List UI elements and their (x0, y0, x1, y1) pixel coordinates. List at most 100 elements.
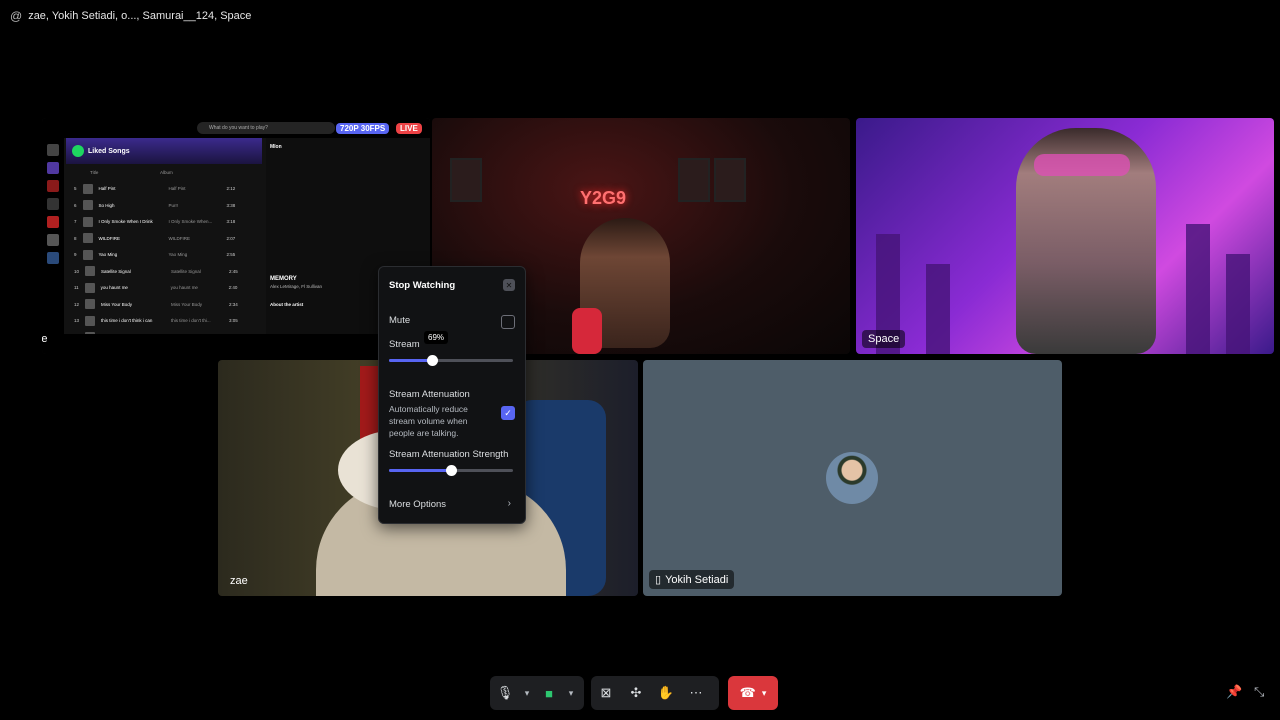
stream-attenuation-title: Stream Attenuation (389, 389, 470, 400)
track-title: WILDFIRE (98, 235, 121, 241)
spotify-search: What do you want to play? (197, 122, 335, 134)
library-thumb (47, 216, 59, 228)
chevron-down-icon[interactable]: ▾ (762, 688, 767, 699)
library-thumb (47, 252, 59, 264)
track-row: 10 Satellite Signal Satellite Signal 2:45 (66, 263, 262, 280)
spotify-track-list: Liked Songs Title Album 5 Half Pint Half P… (66, 138, 262, 343)
album-art (82, 200, 93, 211)
close-icon[interactable]: ✕ (503, 279, 515, 291)
attenuation-strength-slider[interactable] (389, 465, 513, 476)
track-title: this time i don't think i can (101, 318, 153, 324)
track-list-header: Title Album (66, 164, 262, 181)
camera-icon[interactable]: ■ (534, 676, 564, 710)
album-art (82, 216, 93, 227)
track-row: 5 Half Pint Half Pint 2:12 (66, 181, 262, 198)
panel-header: Mīon (270, 144, 282, 150)
col-album: Album (160, 169, 173, 175)
spotify-player-bar (42, 334, 430, 354)
wall-poster (450, 158, 482, 202)
album-art (85, 266, 96, 277)
participant-label: zae (224, 572, 254, 590)
playlist-title: Liked Songs (88, 147, 130, 155)
track-duration: 2:45 (229, 268, 238, 274)
sunglasses (1034, 154, 1130, 176)
track-number: 7 (74, 219, 77, 225)
background-building (1186, 224, 1210, 354)
now-playing-artist: Alex LeMirage, Fl Sullivan (270, 284, 323, 289)
soundboard-icon[interactable]: ✋ (651, 676, 681, 710)
chevron-down-icon[interactable]: ▾ (564, 676, 578, 710)
play-icon (72, 145, 84, 157)
microphone-icon[interactable]: 🎙 (490, 676, 520, 710)
more-icon[interactable]: ⋯ (681, 676, 711, 710)
slider-handle[interactable] (427, 355, 438, 366)
participant-tile-space[interactable]: Space (856, 118, 1274, 354)
chevron-right-icon: › (507, 498, 511, 509)
track-album: WILDFIRE (168, 235, 191, 241)
call-title[interactable]: zae, Yokih Setiadi, o..., Samurai__124, … (28, 10, 251, 22)
track-number: 5 (74, 186, 77, 192)
microphone-prop (572, 308, 602, 354)
track-number: 13 (74, 318, 80, 324)
participant-name: Space (868, 333, 900, 345)
track-number: 8 (74, 235, 77, 241)
track-album: Miss Your Body (171, 301, 203, 307)
call-header: @ zae, Yokih Setiadi, o..., Samurai__124… (10, 9, 251, 23)
track-row: 6 So High Purr! 3:38 (66, 197, 262, 214)
track-number: 10 (74, 268, 80, 274)
slider-fill (389, 359, 432, 362)
now-playing-title: MEMORY (270, 276, 297, 282)
track-title: Yao Ming (98, 252, 118, 258)
track-number: 6 (74, 202, 77, 208)
track-album: Satellite Signal (171, 268, 201, 274)
screen-share-stop-icon[interactable]: ⊠ (591, 676, 621, 710)
exit-fullscreen-icon[interactable]: ⤡ (1254, 684, 1264, 700)
track-duration: 2:40 (228, 285, 238, 291)
about-artist: About the artist (270, 302, 304, 307)
participant-label: Space (862, 330, 906, 348)
track-album: Half Pint (168, 186, 186, 192)
attenuation-strength-title: Stream Attenuation Strength (389, 449, 509, 460)
library-thumb (47, 234, 59, 246)
track-duration: 3:05 (229, 318, 238, 324)
stream-attenuation-checkbox[interactable]: ✓ (501, 406, 515, 420)
spotify-sidebar (42, 138, 64, 334)
track-number: 9 (74, 252, 77, 258)
playlist-header: Liked Songs (66, 138, 262, 164)
stream-context-menu: Stop Watching ✕ Mute Stream 69% Stream A… (378, 266, 526, 524)
stream-tile[interactable]: What do you want to play? 720P 30FPS LIV… (42, 118, 430, 354)
album-art (84, 282, 95, 293)
end-call-icon: ☎ (739, 685, 756, 700)
at-icon: @ (10, 9, 23, 23)
track-row: 13 this time i don't think i can this time… (66, 313, 262, 330)
track-album: I Only Smoke When... (168, 219, 213, 225)
mobile-icon: ▯ (655, 574, 662, 586)
chevron-down-icon[interactable]: ▾ (520, 676, 534, 710)
slider-handle[interactable] (446, 465, 457, 476)
mute-checkbox[interactable] (501, 315, 515, 329)
mute-item[interactable]: Mute (389, 315, 410, 326)
participant-tile-yokih[interactable]: ▯ Yokih Setiadi (643, 360, 1062, 596)
stream-volume-slider[interactable] (389, 355, 513, 366)
neon-sign: Y2G9 (580, 188, 627, 208)
slider-fill (389, 469, 451, 472)
col-title: Title (90, 169, 99, 175)
stop-watching-item[interactable]: Stop Watching (389, 280, 455, 291)
end-call-button[interactable]: ☎ ▾ (728, 676, 778, 710)
track-title: So High (98, 202, 115, 208)
stream-volume-label: Stream (389, 339, 420, 350)
activities-icon[interactable]: ✣ (621, 676, 651, 710)
track-album: Purr! (168, 202, 179, 208)
track-row: 11 you haunt me you haunt me 2:40 (66, 280, 262, 297)
more-options-item[interactable]: More Options (389, 499, 446, 510)
wall-poster (678, 158, 710, 202)
track-duration: 2:12 (226, 186, 236, 192)
track-number: 11 (74, 285, 79, 291)
background-building (926, 264, 950, 354)
pin-icon[interactable]: 📌 (1226, 684, 1242, 700)
track-duration: 2:34 (229, 301, 238, 307)
album-art (82, 249, 93, 260)
resolution-badge: 720P 30FPS (336, 123, 390, 134)
library-thumb (47, 144, 59, 156)
track-duration: 3:18 (226, 219, 236, 225)
